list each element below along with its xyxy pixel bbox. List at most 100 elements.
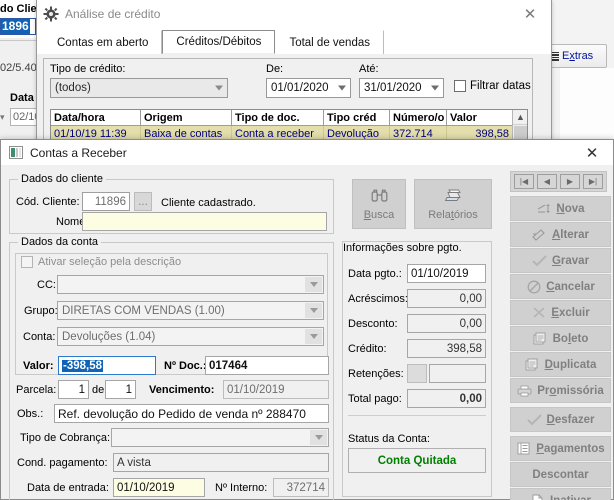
account-status-label: Status da Conta: (348, 433, 430, 445)
filter-dates-checkbox[interactable]: Filtrar datas (454, 80, 531, 92)
save-button[interactable]: Gravar (510, 248, 611, 273)
group-select[interactable]: DIRETAS COM VENDAS (1.00) (57, 301, 324, 320)
discount-input[interactable]: 0,00 (407, 314, 486, 333)
new-button-label: Nova (556, 202, 585, 215)
entry-date-input[interactable]: 01/10/2019 (113, 478, 205, 497)
column-header-valor[interactable]: Valor (447, 110, 514, 126)
date-to-value: 31/01/2020 (364, 82, 422, 94)
due-date-input[interactable]: 01/10/2019 (223, 380, 329, 399)
chevron-down-icon[interactable] (305, 329, 322, 344)
credit-analysis-tablist: Contas em aberto Créditos/Débitos Total … (37, 28, 551, 54)
payment-date-input[interactable]: 01/10/2019 (407, 264, 486, 283)
column-header-tipo-cred[interactable]: Tipo créd (324, 110, 390, 126)
retentions-input[interactable] (429, 364, 486, 383)
client-data-group-title: Dados do cliente (18, 173, 106, 185)
search-button[interactable]: Busca (352, 179, 406, 229)
doc-number-input[interactable]: 017464 (205, 356, 329, 375)
credit-analysis-titlebar[interactable]: Análise de crédito ✕ (37, 0, 551, 28)
chevron-down-icon[interactable] (305, 277, 322, 292)
chevron-down-icon (431, 85, 439, 91)
tab-creditos-debitos[interactable]: Créditos/Débitos (162, 30, 276, 54)
cancel-button[interactable]: Cancelar (510, 274, 611, 299)
value-input-text: -398,58 (62, 359, 104, 372)
installment-label: Parcela: (16, 384, 57, 396)
chevron-up-icon[interactable]: ▲ (513, 110, 527, 125)
obs-input[interactable]: Ref. devolução do Pedido de venda nº 288… (54, 404, 329, 423)
cc-select[interactable] (57, 275, 324, 294)
status-badge: Conta Quitada (348, 448, 486, 473)
accounts-receivable-close-button[interactable]: ✕ (575, 140, 609, 165)
account-select[interactable]: Devoluções (1.04) (57, 327, 324, 346)
additions-input[interactable]: 0,00 (407, 289, 486, 308)
new-button[interactable]: Nova (510, 196, 611, 221)
credit-analysis-window: Análise de crédito ✕ Contas em aberto Cr… (36, 0, 552, 141)
tab-contas-em-aberto[interactable]: Contas em aberto (43, 30, 163, 54)
doc-number-label: Nº Doc.: (164, 360, 207, 372)
nav-last-button[interactable]: ▶| (583, 174, 603, 189)
promissoria-button[interactable]: Promissória (510, 378, 611, 403)
retentions-toggle-button[interactable] (407, 364, 427, 383)
column-header-datahora[interactable]: Data/hora (51, 110, 141, 126)
charge-type-label: Tipo de Cobrança: (20, 432, 111, 444)
undo-button[interactable]: Desfazer (510, 407, 611, 432)
nav-previous-button[interactable]: ◀ (537, 174, 557, 189)
charge-type-select[interactable] (111, 428, 329, 447)
nav-next-button[interactable]: ▶ (560, 174, 580, 189)
background-date-label: Data (10, 92, 34, 104)
background-client-code-input[interactable]: 1896 (0, 18, 36, 35)
credit-grid[interactable]: Data/hora Origem Tipo de doc. Tipo créd … (50, 109, 528, 141)
save-button-label: Gravar (551, 254, 590, 267)
activate-description-selection-checkbox[interactable]: Ativar seleção pela descrição (21, 256, 181, 268)
promissoria-button-label: Promissória (537, 384, 604, 397)
chevron-down-icon[interactable] (310, 430, 327, 445)
date-to-label: Até: (359, 63, 379, 75)
payments-button[interactable]: Pagamentos (510, 436, 611, 461)
credit-grid-scrollbar[interactable]: ▲ (512, 110, 527, 140)
inactivate-button[interactable]: Inativar (510, 488, 611, 500)
reports-button[interactable]: Relatórios (414, 179, 492, 229)
accounts-receivable-titlebar[interactable]: Contas a Receber ✕ (1, 140, 613, 165)
value-input[interactable]: -398,58 (58, 356, 156, 375)
payment-info-group-title: Informações sobre pgto. (343, 242, 462, 254)
group-label: Grupo: (24, 305, 58, 317)
scrollbar-thumb[interactable] (514, 126, 527, 140)
accounts-receivable-body: Dados do cliente Cód. Cliente: 11896 ...… (1, 165, 613, 500)
date-from-input[interactable]: 01/01/2020 (266, 78, 351, 98)
edit-button[interactable]: Alterar (510, 222, 611, 247)
total-paid-input[interactable]: 0,00 (407, 389, 486, 408)
duplicata-button[interactable]: Duplicata (510, 352, 611, 377)
payment-condition-input[interactable]: A vista (113, 453, 329, 472)
client-name-input[interactable] (82, 212, 327, 231)
chevron-down-icon[interactable] (305, 303, 322, 318)
credit-analysis-close-button[interactable]: ✕ (509, 0, 551, 28)
credit-input[interactable]: 398,58 (407, 339, 486, 358)
pencil-icon (532, 228, 547, 242)
client-code-input[interactable]: 11896 (82, 192, 130, 211)
undo-button-label: Desfazer (546, 413, 595, 426)
delete-button[interactable]: Excluir (510, 300, 611, 325)
reports-button-label: Relatórios (428, 208, 478, 221)
date-to-input[interactable]: 31/01/2020 (359, 78, 444, 98)
client-code-label: Cód. Cliente: (16, 196, 80, 208)
installment-input[interactable]: 1 (58, 380, 89, 399)
internal-number-input[interactable]: 372714 (273, 478, 329, 497)
installment-total-input[interactable]: 1 (105, 380, 136, 399)
chevron-down-icon (338, 85, 346, 91)
accounts-receivable-title: Contas a Receber (30, 145, 127, 160)
column-header-numero[interactable]: Número/o (390, 110, 447, 126)
credit-type-select[interactable]: (todos) (50, 78, 228, 98)
column-header-tipo-doc[interactable]: Tipo de doc. (232, 110, 324, 126)
document-stack-icon (533, 332, 548, 346)
client-browse-button[interactable]: ... (134, 192, 152, 211)
action-button-column: |◀ ◀ ▶ ▶| Nova Alterar Gravar Cancelar E… (506, 167, 611, 500)
total-paid-label: Total pago: (348, 393, 402, 405)
discount-button[interactable]: Descontar (510, 462, 611, 487)
credit-type-label: Tipo de crédito: (50, 63, 126, 75)
edit-button-label: Alterar (551, 228, 590, 241)
nav-first-button[interactable]: |◀ (514, 174, 534, 189)
extras-button[interactable]: Extras (545, 44, 607, 68)
tab-total-de-vendas[interactable]: Total de vendas (275, 30, 384, 54)
x-delete-icon (531, 306, 546, 320)
column-header-origem[interactable]: Origem (141, 110, 232, 126)
boleto-button[interactable]: Boleto (510, 326, 611, 351)
